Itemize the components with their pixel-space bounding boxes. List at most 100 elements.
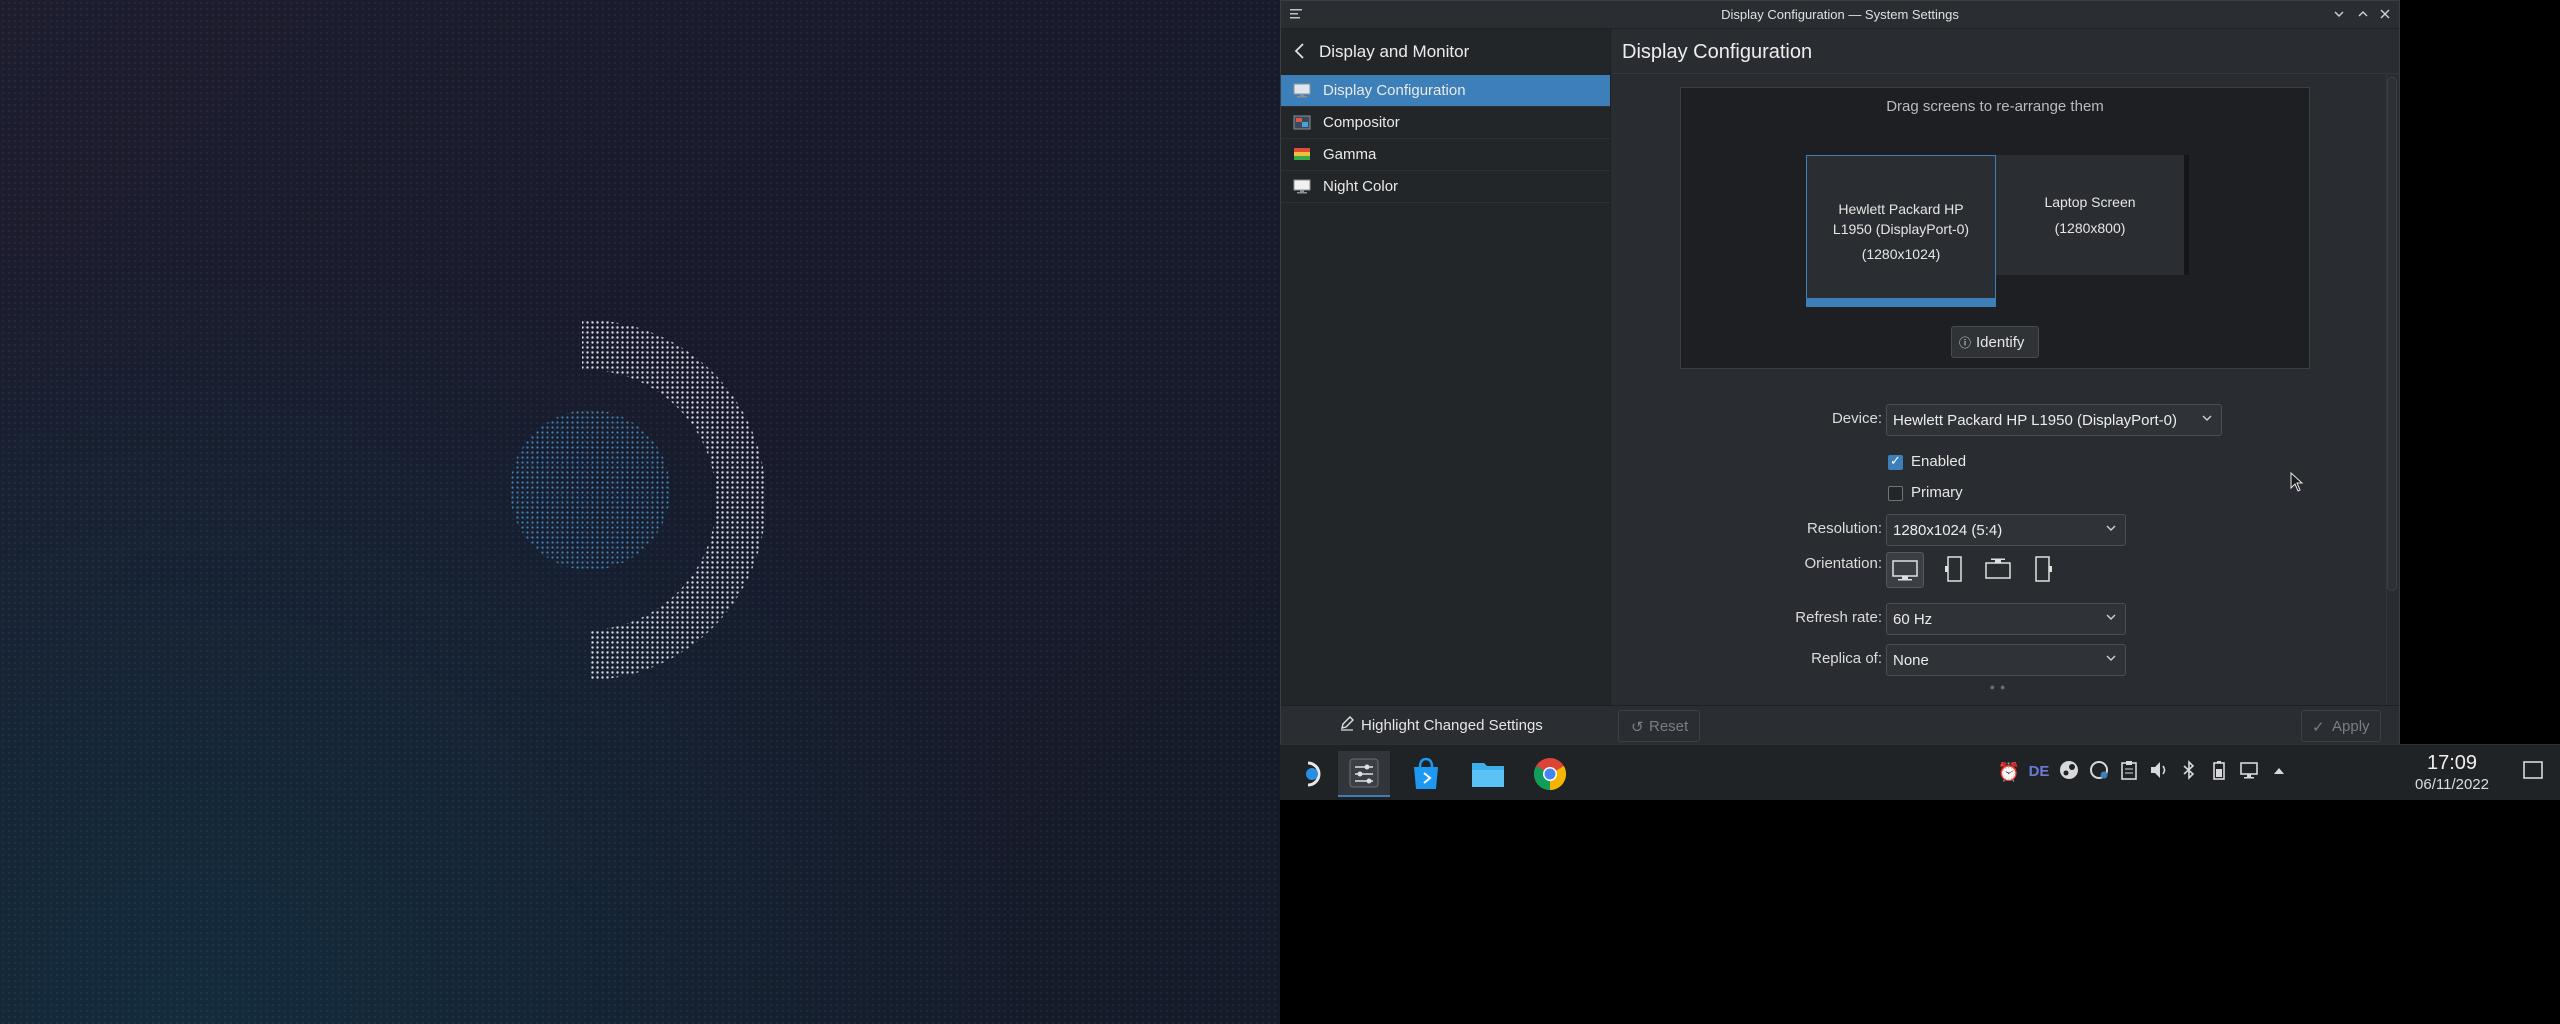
highlight-changed-settings-label: Highlight Changed Settings — [1361, 717, 1543, 734]
selected-screen-indicator — [1807, 298, 1995, 306]
landscape-icon — [1892, 560, 1918, 581]
info-icon: ⓘ — [1959, 336, 1972, 350]
chevron-down-icon — [2105, 522, 2117, 537]
screen-tile-laptop[interactable]: Laptop Screen (1280x800) — [1996, 155, 2184, 275]
bottom-action-bar: Highlight Changed Settings ↺ Reset ✓ App… — [1281, 705, 2399, 745]
drag-hint-text: Drag screens to re-arrange them — [1886, 98, 2104, 115]
orientation-label: Orientation: — [1804, 555, 1882, 572]
desktop-wallpaper — [0, 0, 1280, 1024]
taskbar-file-manager[interactable] — [1462, 751, 1514, 797]
steam-deck-launcher-icon — [1306, 761, 1321, 787]
window-title: Display Configuration — System Settings — [1721, 7, 1959, 22]
screen-resolution: (1280x1024) — [1861, 246, 1941, 262]
screen-tile-label: Hewlett Packard HP L1950 (DisplayPort-0)… — [1815, 198, 1987, 265]
orientation-landscape-flipped-button[interactable] — [1980, 552, 2018, 588]
screen-arrangement-area[interactable]: Drag screens to re-arrange them Hewlett … — [1680, 87, 2310, 369]
reset-label: Reset — [1649, 718, 1689, 735]
system-settings-window: Display Configuration — System Settings … — [1280, 0, 2400, 745]
highlight-changed-settings-button[interactable]: Highlight Changed Settings — [1281, 706, 1611, 746]
sidebar-item-label: Gamma — [1323, 146, 1377, 163]
show-desktop-icon — [2523, 761, 2543, 779]
portrait-right-icon — [2035, 556, 2052, 582]
refresh-rate-select[interactable]: 60 Hz — [1886, 603, 2126, 635]
sidebar-item-display-configuration[interactable]: Display Configuration — [1281, 75, 1610, 107]
screen-name-line-1: Laptop Screen — [2044, 194, 2136, 210]
apply-button[interactable]: ✓ Apply — [2301, 710, 2381, 742]
enabled-label: Enabled — [1911, 453, 1967, 470]
notifications-icon[interactable]: ⏰ — [1996, 759, 2022, 785]
mouse-cursor-icon — [2290, 472, 2304, 492]
sidebar-item-gamma[interactable]: Gamma — [1281, 139, 1610, 171]
back-arrow-icon[interactable] — [1293, 41, 1313, 63]
gamma-icon — [1293, 147, 1311, 162]
network-icon[interactable] — [2236, 759, 2262, 785]
screen-resolution: (1280x800) — [2054, 220, 2126, 236]
battery-icon[interactable] — [2206, 759, 2232, 785]
page-indicator-dots: ●● — [1989, 682, 2011, 692]
title-divider — [1612, 73, 2399, 74]
resolution-select-value: 1280x1024 (5:4) — [1893, 522, 2003, 539]
screen-tile-hp-l1950[interactable]: Hewlett Packard HP L1950 (DisplayPort-0)… — [1806, 155, 1996, 307]
primary-label: Primary — [1911, 484, 1963, 501]
discover-store-icon — [1414, 757, 1438, 789]
screen-name-line-2: L1950 (DisplayPort-0) — [1832, 221, 1970, 237]
orientation-landscape-button[interactable] — [1886, 552, 1924, 588]
orientation-portrait-left-button[interactable] — [1936, 552, 1974, 588]
screen-name-line-1: Hewlett Packard HP — [1838, 201, 1964, 217]
resolution-select[interactable]: 1280x1024 (5:4) — [1886, 514, 2126, 546]
expand-tray-icon[interactable] — [2266, 759, 2292, 785]
enabled-checkbox[interactable] — [1888, 453, 1903, 470]
sidebar-item-night-color[interactable]: Night Color — [1281, 171, 1610, 203]
keyboard-layout-indicator[interactable]: DE — [2026, 759, 2052, 785]
night-color-icon — [1293, 179, 1311, 194]
replica-of-label: Replica of: — [1811, 650, 1882, 667]
taskbar-chrome[interactable] — [1524, 751, 1576, 797]
identify-button[interactable]: ⓘ Identify — [1951, 326, 2039, 358]
bluetooth-icon[interactable] — [2176, 759, 2202, 785]
reset-button[interactable]: ↺ Reset — [1618, 710, 1700, 742]
checkmark-icon: ✓ — [2312, 719, 2325, 736]
chevron-down-icon — [2105, 652, 2117, 667]
device-select[interactable]: Hewlett Packard HP L1950 (DisplayPort-0) — [1886, 404, 2222, 436]
system-settings-icon — [1349, 758, 1379, 788]
chevron-down-icon — [2201, 412, 2213, 427]
taskbar-system-settings[interactable] — [1338, 751, 1390, 797]
portrait-left-icon — [1945, 556, 1962, 582]
orientation-portrait-right-button[interactable] — [2028, 552, 2066, 588]
identify-label: Identify — [1976, 334, 2025, 351]
device-label: Device: — [1831, 410, 1882, 427]
scrollbar-thumb[interactable] — [2387, 77, 2397, 591]
device-select-value: Hewlett Packard HP L1950 (DisplayPort-0) — [1893, 412, 2178, 429]
primary-checkbox[interactable] — [1888, 486, 1903, 501]
replica-of-select-value: None — [1893, 652, 1929, 669]
monitor-icon — [1293, 83, 1311, 98]
file-manager-icon — [1472, 763, 1504, 787]
chevron-down-icon — [2105, 611, 2117, 626]
resolution-label: Resolution: — [1806, 520, 1882, 537]
page-title: Display Configuration — [1622, 41, 1813, 63]
steam-icon[interactable] — [2056, 759, 2082, 785]
sidebar-title: Display and Monitor — [1319, 42, 1470, 61]
close-button[interactable] — [2375, 5, 2395, 25]
taskbar-discover[interactable] — [1400, 751, 1452, 797]
replica-of-select[interactable]: None — [1886, 644, 2126, 676]
clock-date[interactable]: 06/11/2022 — [2405, 776, 2499, 793]
sidebar-item-compositor[interactable]: Compositor — [1281, 107, 1610, 139]
sidebar-item-label: Compositor — [1323, 114, 1400, 131]
show-desktop-button[interactable] — [2522, 759, 2546, 785]
window-titlebar[interactable]: Display Configuration — System Settings — [1281, 1, 2399, 29]
clipboard-icon[interactable] — [2116, 759, 2142, 785]
sidebar-header: Display and Monitor — [1281, 29, 1610, 75]
refresh-rate-select-value: 60 Hz — [1893, 611, 1933, 628]
pencil-icon — [1339, 715, 1355, 735]
undo-icon: ↺ — [1631, 719, 1644, 736]
volume-icon[interactable] — [2146, 759, 2172, 785]
update-status-icon[interactable] — [2086, 759, 2112, 785]
minimize-button[interactable] — [2329, 5, 2349, 25]
app-launcher-button[interactable] — [1286, 751, 1338, 797]
sidebar-item-label: Display Configuration — [1323, 82, 1466, 99]
sidebar: Display and Monitor Display Configuratio… — [1281, 29, 1611, 705]
apply-label: Apply — [2332, 718, 2370, 735]
maximize-button[interactable] — [2353, 5, 2373, 25]
clock-time[interactable]: 17:09 — [2412, 752, 2492, 775]
